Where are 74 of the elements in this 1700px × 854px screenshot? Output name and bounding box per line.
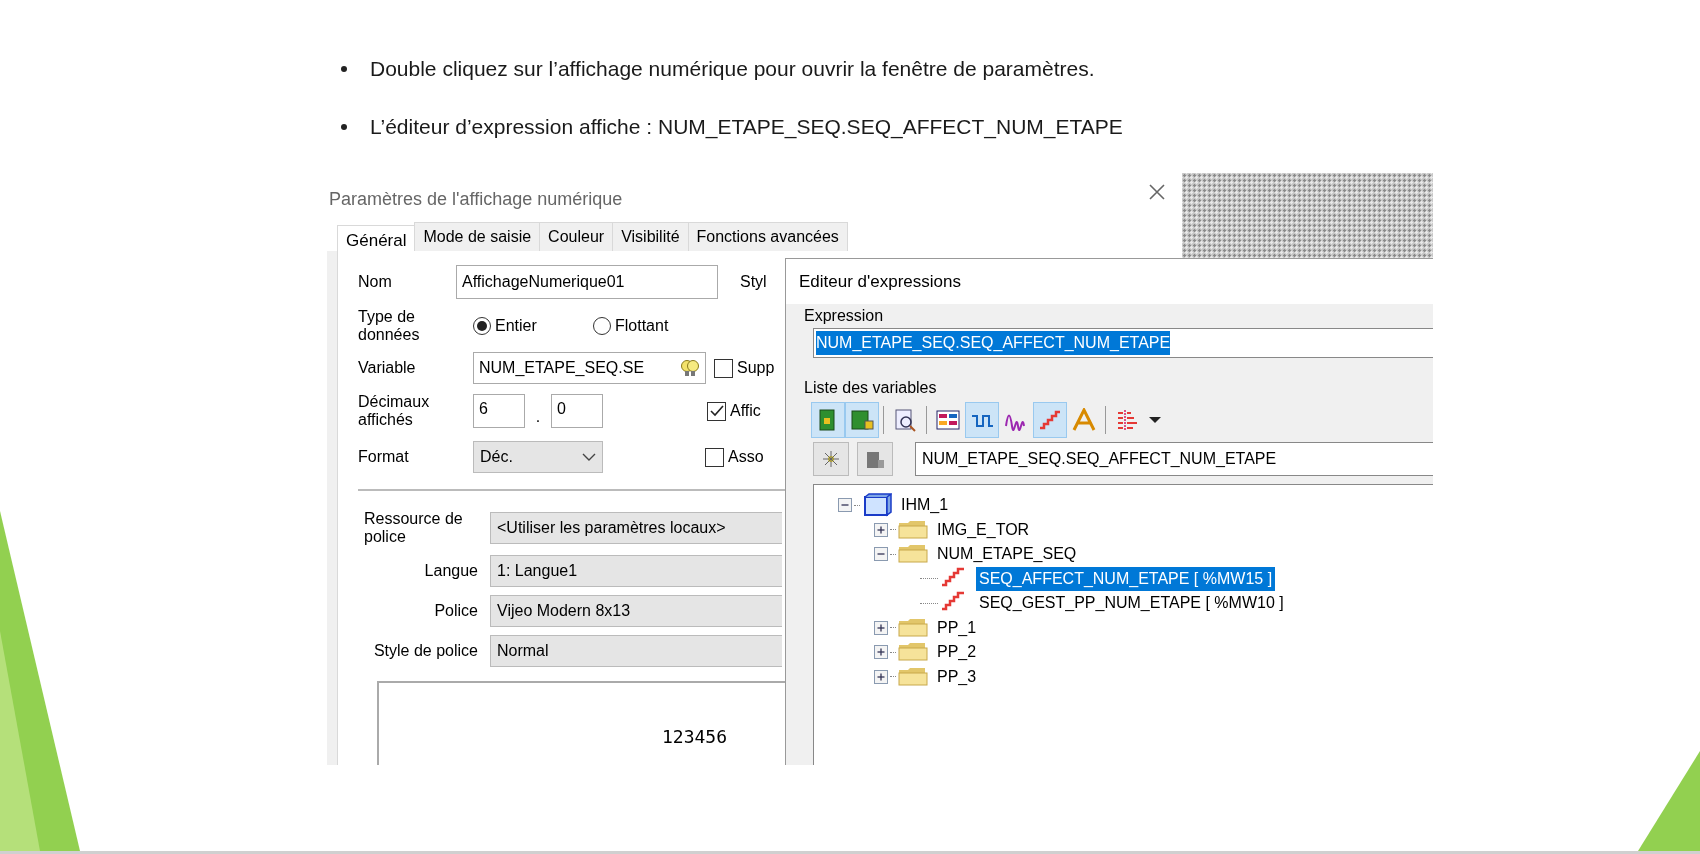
checkbox-label: Asso [728,447,764,467]
bullet-text: L’éditeur d’expression affiche : NUM_ETAPE_SEQ.SEQ_AFFECT_NUM_ETAPE [370,114,1123,141]
option-label: Entier [495,316,537,336]
field-label: Nom [357,273,393,291]
field-label: Police [433,602,479,620]
expand-toggle[interactable] [874,620,888,635]
text-field[interactable]: NUM_ETAPE_SEQ.SE [473,352,706,384]
field-label: Décimaux affichés [357,393,431,429]
tree-item[interactable]: PP_3 [934,664,980,689]
tree-item[interactable]: SEQ_AFFECT_NUM_ETAPE [ %MW15 ] [976,566,1276,591]
page-lock-icon [850,408,874,432]
window-title: Editeur d'expressions [799,270,961,293]
tree-item[interactable]: IHM_1 [898,493,952,518]
dropdown[interactable]: Vijeo Modern 8x13 [490,595,782,627]
collapse-toggle[interactable] [838,498,852,513]
staircase-icon [1038,408,1062,432]
tab[interactable]: Visibilité [612,222,689,251]
checkbox-label: Supp [737,358,775,378]
tab[interactable]: Couleur [539,222,614,251]
chevron-icon [582,453,596,461]
field-label: Format [357,448,410,466]
expand-toggle[interactable] [874,522,888,537]
selected-text: NUM_ETAPE_SEQ.SEQ_AFFECT_NUM_ETAPE [816,331,1171,355]
bullet-icon [340,65,348,73]
field-label: Variable [357,359,417,377]
group-label: Expression [803,306,885,326]
checkbox-label: Affic [730,401,761,421]
caret-icon [1149,417,1161,423]
dropdown[interactable]: Déc. [473,441,603,473]
tab[interactable]: Général [337,225,416,251]
field-label: Type de données [357,308,421,344]
decimal-point: . [534,407,542,427]
expand-toggle[interactable] [874,669,888,684]
field-label: Style de police [372,642,479,660]
bulb-icon [680,358,700,378]
dropdown[interactable]: 1: Langue1 [490,555,782,587]
option-label: Flottant [615,316,669,336]
tree-item[interactable]: PP_1 [934,615,980,640]
tab[interactable]: Mode de saisie [414,222,541,251]
bullet-text: Double cliquez sur l’affichage numérique pour ouvrir la fenêtre de paramètres. [370,56,1095,83]
text-field[interactable]: AffichageNumerique01 [456,265,718,299]
window-title: Paramètres de l'affichage numérique [329,187,623,211]
field-label: Ressource de police [364,510,464,546]
tree-item[interactable]: PP_2 [934,640,980,665]
collapse-toggle[interactable] [874,547,888,562]
radio-button[interactable] [593,317,611,335]
table-icon [936,408,960,432]
close-icon [1148,183,1166,201]
checkbox[interactable] [714,358,733,378]
checkbox[interactable] [705,447,724,467]
number-field[interactable]: 6 [473,394,525,428]
field-label: Styl [740,272,767,292]
expression-field[interactable]: NUM_ETAPE_SEQ.SEQ_AFFECT_NUM_ETAPE [813,328,1433,358]
letter-a-icon [1072,408,1096,432]
tree-item[interactable]: SEQ_GEST_PP_NUM_ETAPE [ %MW10 ] [976,591,1287,616]
tree-filter-icon [1115,408,1139,432]
dropdown[interactable]: Normal [490,635,782,667]
filter-field[interactable]: NUM_ETAPE_SEQ.SEQ_AFFECT_NUM_ETAPE [915,442,1433,476]
tree-item[interactable]: NUM_ETAPE_SEQ [934,542,1080,567]
group-label: Liste des variables [803,378,938,398]
station-icon [862,493,892,518]
preview-value: 123456 [662,726,728,747]
expand-toggle[interactable] [874,645,888,660]
tree-item[interactable]: IMG_E_TOR [934,517,1033,542]
radio-button[interactable] [473,317,491,335]
bullet-icon [340,123,348,131]
search-icon [893,408,917,432]
number-field[interactable]: 0 [551,394,603,428]
sparkle-icon [822,450,840,468]
field-label: Langue [423,562,479,580]
tab[interactable]: Fonctions avancées [687,222,848,251]
dropdown[interactable]: <Utiliser les paramètres locaux> [490,512,782,544]
checkbox[interactable] [707,401,726,421]
check-icon [709,405,724,417]
